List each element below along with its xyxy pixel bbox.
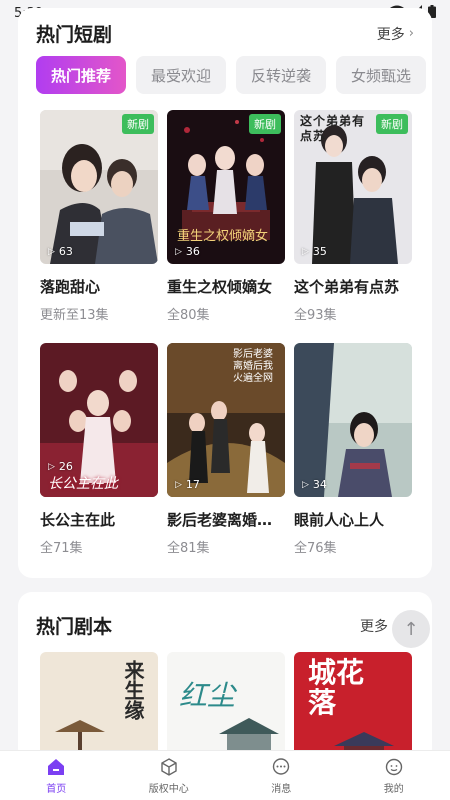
tab-hot-recommend[interactable]: 热门推荐 xyxy=(36,56,127,94)
script-title: 红尘 xyxy=(179,679,236,712)
play-count: ▷ 35 xyxy=(302,245,327,258)
scroll-to-top-button[interactable]: ↑ xyxy=(392,610,430,648)
cube-icon xyxy=(161,757,177,776)
poster-title-text: 这个弟弟有点苏 xyxy=(300,114,366,143)
drama-title: 落跑甜心 xyxy=(40,278,101,296)
arrow-up-icon: ↑ xyxy=(403,618,419,640)
drama-poster[interactable]: ▷ 34 xyxy=(294,343,412,497)
drama-poster[interactable]: 新剧 ▷ 63 xyxy=(40,110,158,264)
more-label: 更多 xyxy=(360,618,388,635)
play-icon: ▷ xyxy=(302,246,309,257)
play-count: ▷ 63 xyxy=(48,245,73,258)
category-tabs: 热门推荐 最受欢迎 反转逆袭 女频甄选 xyxy=(36,56,432,94)
drama-card[interactable]: 新剧 重生之权倾嫡女 ▷ 36 重生之权倾嫡女 全80集 xyxy=(167,110,285,323)
nav-messages[interactable]: 消息 xyxy=(225,751,338,800)
drama-grid: 新剧 ▷ 63 落跑甜心 更新至13集 新剧 重生之权倾嫡女 ▷ 36 重生之权… xyxy=(40,110,412,556)
hot-dramas-section: 热门短剧 更多 › 热门推荐 最受欢迎 反转逆袭 女频甄选 新剧 ▷ 63 落跑… xyxy=(18,8,432,578)
drama-card[interactable]: ▷ 34 眼前人心上人 全76集 xyxy=(294,343,412,556)
drama-title: 重生之权倾嫡女 xyxy=(167,278,273,296)
play-icon: ▷ xyxy=(48,461,55,472)
hot-scripts-section: 热门剧本 更多 来生缘 红尘 城花落 xyxy=(18,592,432,762)
drama-poster[interactable]: 长公主在此 ▷ 26 xyxy=(40,343,158,497)
play-count: ▷ 34 xyxy=(302,478,327,491)
drama-episodes: 更新至13集 xyxy=(40,308,109,323)
play-count-value: 36 xyxy=(185,245,200,258)
script-card[interactable]: 红尘 xyxy=(167,652,285,762)
section-header: 热门剧本 更多 xyxy=(36,612,414,639)
section-title: 热门剧本 xyxy=(36,616,113,638)
nav-label: 首页 xyxy=(46,783,67,795)
drama-title: 眼前人心上人 xyxy=(294,511,385,529)
play-count: ▷ 17 xyxy=(175,478,200,491)
poster-title-text: 长公主在此 xyxy=(48,476,118,492)
section-title: 热门短剧 xyxy=(36,24,113,46)
play-count-value: 35 xyxy=(312,245,327,258)
script-list: 来生缘 红尘 城花落 xyxy=(40,652,412,762)
nav-label: 消息 xyxy=(271,783,292,795)
play-icon: ▷ xyxy=(175,246,182,257)
more-link[interactable]: 更多 › xyxy=(377,24,414,44)
tab-reversal[interactable]: 反转逆袭 xyxy=(236,56,327,94)
profile-icon xyxy=(385,758,402,775)
script-card[interactable]: 城花落 xyxy=(294,652,412,762)
more-link[interactable]: 更多 xyxy=(360,616,388,636)
nav-label: 我的 xyxy=(383,783,404,795)
chevron-right-icon: › xyxy=(408,26,414,41)
script-title: 城花落 xyxy=(308,656,365,719)
poster-title-text: 影后老婆离婚后我火遍全网 xyxy=(233,349,273,384)
drama-card[interactable]: 长公主在此 ▷ 26 长公主在此 全71集 xyxy=(40,343,158,556)
drama-episodes: 全76集 xyxy=(294,541,337,556)
nav-home[interactable]: 首页 xyxy=(0,751,113,800)
new-badge: 新剧 xyxy=(122,114,154,134)
play-count: ▷ 26 xyxy=(48,460,73,473)
drama-poster[interactable]: 影后老婆离婚后我火遍全网 ▷ 17 xyxy=(167,343,285,497)
play-count-value: 17 xyxy=(185,478,200,491)
new-badge: 新剧 xyxy=(376,114,408,134)
drama-episodes: 全81集 xyxy=(167,541,210,556)
play-icon: ▷ xyxy=(302,479,309,490)
home-icon xyxy=(48,758,65,775)
drama-poster[interactable]: 新剧 重生之权倾嫡女 ▷ 36 xyxy=(167,110,285,264)
drama-title: 长公主在此 xyxy=(40,511,116,529)
poster-title-text: 重生之权倾嫡女 xyxy=(177,229,269,244)
drama-card[interactable]: 影后老婆离婚后我火遍全网 ▷17 影后老婆离婚后我火遍全网 全81集 xyxy=(167,343,285,556)
nav-copyright-center[interactable]: 版权中心 xyxy=(113,751,226,800)
drama-card[interactable]: 这个弟弟有点苏 新剧 ▷ 35 这个弟弟有点苏 全93集 xyxy=(294,110,412,323)
bottom-nav: 首页 版权中心 消息 我的 xyxy=(0,750,450,800)
drama-card[interactable]: 新剧 ▷ 63 落跑甜心 更新至13集 xyxy=(40,110,158,323)
play-count-value: 26 xyxy=(58,460,73,473)
poster-image xyxy=(294,343,412,497)
play-icon: ▷ xyxy=(48,246,55,257)
drama-episodes: 全71集 xyxy=(40,541,83,556)
nav-profile[interactable]: 我的 xyxy=(338,751,450,800)
script-title: 来生缘 xyxy=(121,660,145,720)
tab-most-popular[interactable]: 最受欢迎 xyxy=(136,56,227,94)
play-count-value: 63 xyxy=(58,245,73,258)
script-card[interactable]: 来生缘 xyxy=(40,652,158,762)
play-icon: ▷ xyxy=(175,479,182,490)
drama-episodes: 全93集 xyxy=(294,308,337,323)
tab-female-picks[interactable]: 女频甄选 xyxy=(336,56,427,94)
drama-title: 这个弟弟有点苏 xyxy=(294,278,400,296)
drama-poster[interactable]: 这个弟弟有点苏 新剧 ▷ 35 xyxy=(294,110,412,264)
more-label: 更多 xyxy=(376,26,405,43)
play-count-value: 34 xyxy=(312,478,327,491)
nav-label: 版权中心 xyxy=(148,783,189,795)
drama-episodes: 全80集 xyxy=(167,308,210,323)
section-header: 热门短剧 更多 › xyxy=(36,20,414,47)
new-badge: 新剧 xyxy=(249,114,281,134)
message-icon xyxy=(273,757,290,775)
play-count: ▷ 36 xyxy=(175,245,200,258)
drama-title: 影后老婆离婚后我火遍全网 xyxy=(167,511,285,529)
